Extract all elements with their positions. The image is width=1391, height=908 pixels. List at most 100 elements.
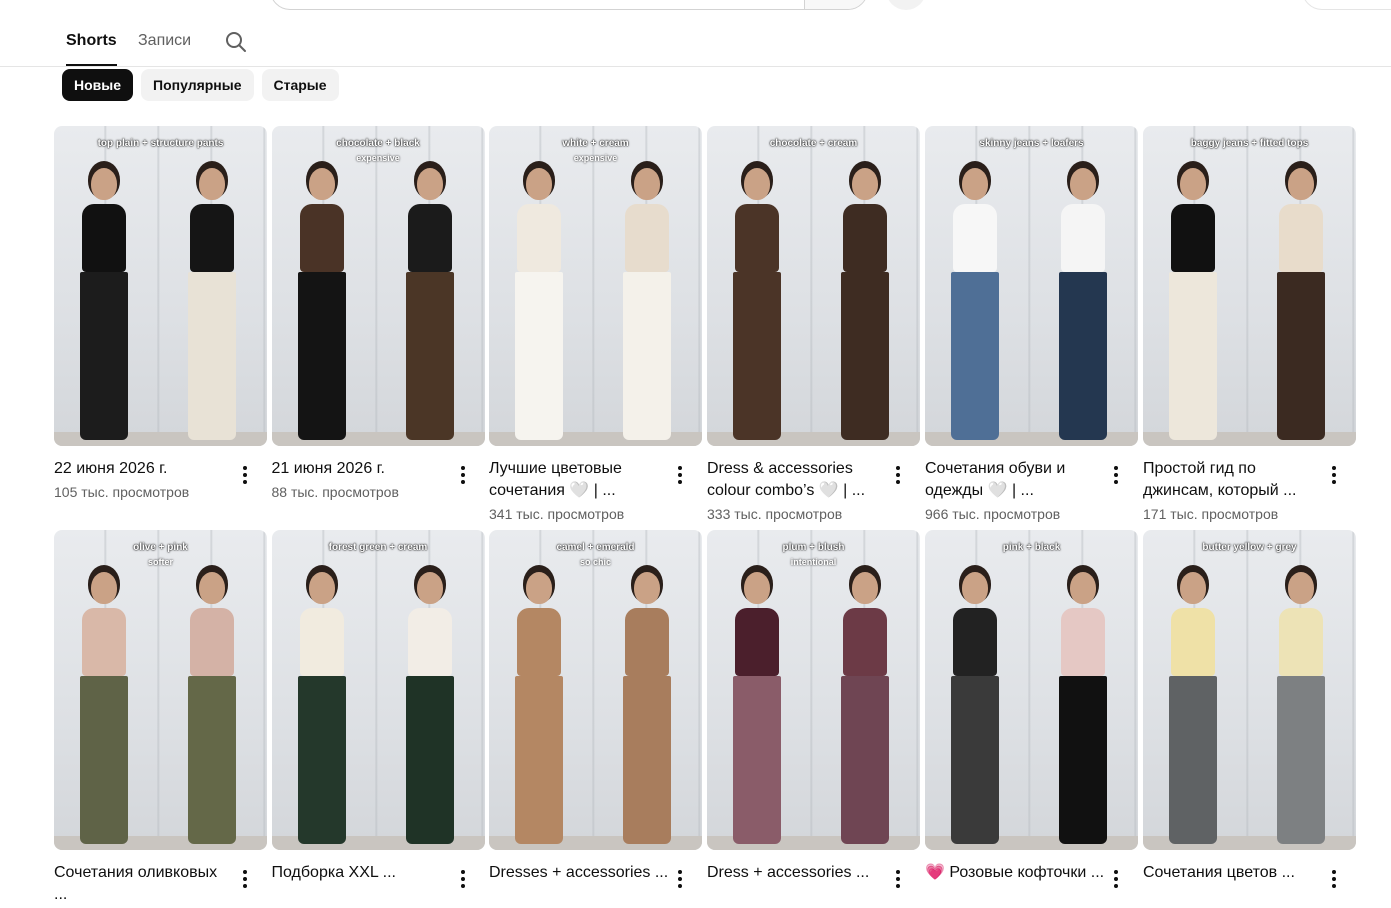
model-figure — [721, 572, 793, 844]
thumbnail-caption: white + cream — [562, 138, 629, 149]
short-thumbnail[interactable]: top plain + structure pants — [54, 126, 267, 446]
model-figure — [176, 168, 248, 440]
view-count: 966 тыс. просмотров — [925, 506, 1061, 522]
model-figure — [939, 168, 1011, 440]
tab-shorts[interactable]: Shorts — [66, 32, 117, 66]
short-thumbnail[interactable]: white + cream expensive — [489, 126, 702, 446]
thumbnail-caption: pink + black — [1002, 542, 1061, 553]
short-thumbnail[interactable]: skinny jeans + loafers — [925, 126, 1138, 446]
short-title[interactable]: Лучшие цветовые сочетания 🤍 | ... — [489, 458, 669, 502]
thumbnail-subcaption: expensive — [356, 153, 400, 163]
short-card[interactable]: chocolate + black expensive 21 июня 2026 г… — [271, 126, 485, 502]
short-thumbnail[interactable]: plum + blush intentional — [707, 530, 920, 850]
model-figure — [939, 572, 1011, 844]
model-figure — [503, 168, 575, 440]
search-bar[interactable] — [270, 0, 868, 10]
more-options-icon[interactable] — [890, 868, 906, 888]
short-title[interactable]: Dress + accessories ... — [707, 862, 887, 884]
thumbnail-caption: olive + pink — [133, 542, 188, 553]
model-figure — [611, 168, 683, 440]
thumbnail-caption: forest green + cream — [328, 542, 428, 553]
model-figure — [68, 168, 140, 440]
model-figure — [1157, 168, 1229, 440]
short-card[interactable]: top plain + structure pants 22 июня 2026 … — [54, 126, 267, 502]
short-title[interactable]: 22 июня 2026 г. — [54, 458, 234, 480]
more-options-icon[interactable] — [1326, 464, 1342, 484]
more-options-icon[interactable] — [237, 868, 253, 888]
search-icon[interactable] — [224, 30, 248, 54]
more-options-icon[interactable] — [237, 464, 253, 484]
model-figure — [721, 168, 793, 440]
thumbnail-subcaption: softer — [147, 557, 173, 567]
more-options-icon[interactable] — [672, 868, 688, 888]
short-thumbnail[interactable]: chocolate + black expensive — [271, 126, 485, 446]
short-card[interactable]: camel + emerald so chic Dresses + accessor… — [489, 530, 702, 888]
thumbnail-caption: butter yellow + grey — [1202, 542, 1297, 553]
more-options-icon[interactable] — [672, 464, 688, 484]
model-figure — [394, 572, 466, 844]
chip-newest[interactable]: Новые — [62, 69, 134, 101]
model-figure — [1157, 572, 1229, 844]
thumbnail-caption: plum + blush — [782, 542, 845, 553]
thumbnail-caption: skinny jeans + loafers — [979, 138, 1084, 149]
short-card[interactable]: skinny jeans + loafers Сочетания обуви и … — [925, 126, 1138, 524]
short-card[interactable]: baggy jeans + fitted tops Простой гид по … — [1143, 126, 1356, 524]
model-figure — [503, 572, 575, 844]
model-figure — [1265, 168, 1337, 440]
view-count: 88 тыс. просмотров — [271, 484, 399, 500]
short-thumbnail[interactable]: pink + black — [925, 530, 1138, 850]
thumbnail-caption: baggy jeans + fitted tops — [1190, 138, 1309, 149]
search-button[interactable] — [804, 0, 867, 9]
more-options-icon[interactable] — [1326, 868, 1342, 888]
short-thumbnail[interactable]: butter yellow + grey — [1143, 530, 1356, 850]
short-card[interactable]: plum + blush intentional Dress + accessori… — [707, 530, 920, 888]
model-figure — [286, 168, 358, 440]
model-figure — [1047, 572, 1119, 844]
short-card[interactable]: pink + black 💗 Розовые кофточки ... — [925, 530, 1138, 888]
chip-oldest[interactable]: Старые — [261, 69, 339, 101]
short-title[interactable]: 21 июня 2026 г. — [272, 458, 452, 480]
short-title[interactable]: 💗 Розовые кофточки ... — [925, 862, 1105, 884]
header-action-button[interactable] — [1302, 0, 1391, 10]
more-options-icon[interactable] — [455, 868, 471, 888]
short-card[interactable]: butter yellow + grey Сочетания цветов ... — [1143, 530, 1356, 888]
model-figure — [394, 168, 466, 440]
view-count: 341 тыс. просмотров — [489, 506, 625, 522]
short-title[interactable]: Сочетания оливковых ... — [54, 862, 234, 906]
thumbnail-caption: camel + emerald — [556, 542, 635, 553]
short-thumbnail[interactable]: baggy jeans + fitted tops — [1143, 126, 1356, 446]
short-thumbnail[interactable]: camel + emerald so chic — [489, 530, 702, 850]
short-title[interactable]: Dress & accessories colour combo’s 🤍 | .… — [707, 458, 887, 502]
view-count: 105 тыс. просмотров — [54, 484, 190, 500]
view-count: 333 тыс. просмотров — [707, 506, 843, 522]
model-figure — [829, 572, 901, 844]
short-title[interactable]: Сочетания обуви и одежды 🤍 | ... — [925, 458, 1105, 502]
short-title[interactable]: Подборка XXL ... — [272, 862, 452, 884]
short-card[interactable]: olive + pink softer Сочетания оливковых ..… — [54, 530, 267, 908]
thumbnail-caption: top plain + structure pants — [97, 138, 224, 149]
short-card[interactable]: forest green + cream Подборка XXL ... — [271, 530, 485, 888]
model-figure — [286, 572, 358, 844]
tab-posts[interactable]: Записи — [138, 32, 191, 66]
short-card[interactable]: white + cream expensive Лучшие цветовые со… — [489, 126, 702, 524]
short-thumbnail[interactable]: olive + pink softer — [54, 530, 267, 850]
thumbnail-subcaption: so chic — [579, 557, 611, 567]
voice-search-button[interactable] — [886, 0, 926, 10]
short-thumbnail[interactable]: chocolate + cream — [707, 126, 920, 446]
short-title[interactable]: Dresses + accessories ... — [489, 862, 669, 884]
more-options-icon[interactable] — [1108, 868, 1124, 888]
view-count: 171 тыс. просмотров — [1143, 506, 1279, 522]
short-card[interactable]: chocolate + cream Dress & accessories col… — [707, 126, 920, 524]
short-thumbnail[interactable]: forest green + cream — [271, 530, 485, 850]
model-figure — [1047, 168, 1119, 440]
thumbnail-caption: chocolate + cream — [769, 138, 858, 149]
more-options-icon[interactable] — [890, 464, 906, 484]
short-title[interactable]: Простой гид по джинсам, который ... — [1143, 458, 1323, 502]
more-options-icon[interactable] — [455, 464, 471, 484]
thumbnail-caption: chocolate + black — [336, 138, 420, 149]
chip-popular[interactable]: Популярные — [141, 69, 254, 101]
short-title[interactable]: Сочетания цветов ... — [1143, 862, 1323, 884]
sort-filter-chips: Новые Популярные Старые — [62, 69, 339, 102]
channel-tabs: Shorts Записи — [0, 22, 1391, 67]
more-options-icon[interactable] — [1108, 464, 1124, 484]
